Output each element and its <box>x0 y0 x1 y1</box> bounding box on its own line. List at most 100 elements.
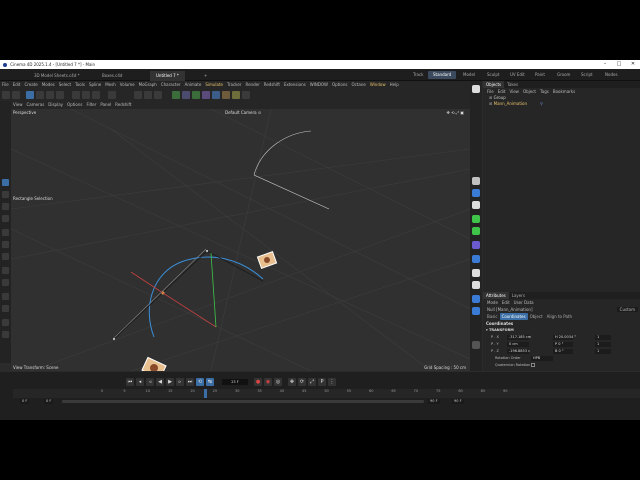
autokey-icon[interactable]: ◉ <box>264 378 272 386</box>
go-to-end-icon[interactable]: ⏭ <box>186 378 194 386</box>
layout-track[interactable]: Track <box>408 71 428 79</box>
layout-standard[interactable]: Standard <box>428 71 457 79</box>
end-frame-field[interactable]: 90 F <box>452 399 464 404</box>
scale-tool-icon[interactable] <box>2 215 9 222</box>
cube-icon[interactable] <box>172 91 180 99</box>
character-cutout-far[interactable] <box>256 250 278 270</box>
vp-menu-cameras[interactable]: Cameras <box>25 101 47 109</box>
transform-header[interactable]: ▾ TRANSFORM <box>483 327 640 334</box>
scale-y-field[interactable]: 1 <box>595 342 611 347</box>
snap-icon[interactable] <box>108 91 116 99</box>
axis-x-lock-icon[interactable] <box>72 91 80 99</box>
menu-options[interactable]: Options <box>330 81 349 89</box>
go-to-start-icon[interactable]: ⏮ <box>126 378 134 386</box>
mograph-icon[interactable] <box>472 227 480 235</box>
tab-layers[interactable]: Layers <box>509 292 528 299</box>
viewport-camera-label[interactable]: Default Camera ⊙ <box>225 110 261 115</box>
redo-icon[interactable] <box>12 91 20 99</box>
obj-menu-edit[interactable]: Edit <box>496 88 508 95</box>
layout-nodes[interactable]: Nodes <box>600 71 623 79</box>
menu-file[interactable]: File <box>0 81 11 89</box>
object-manager-icon[interactable] <box>472 85 480 93</box>
lock-icon[interactable] <box>2 331 9 338</box>
attr-menu-mode[interactable]: Mode <box>485 299 500 306</box>
layout-model[interactable]: Model <box>458 71 480 79</box>
points-mode-icon[interactable] <box>36 91 44 99</box>
doc-tab-boxes[interactable]: Boxes.c4d <box>96 71 128 81</box>
measure-tool-icon[interactable] <box>2 319 9 326</box>
menu-create[interactable]: Create <box>22 81 39 89</box>
maximize-button[interactable]: □ <box>612 60 626 69</box>
generator-icon[interactable] <box>472 215 480 223</box>
loop-icon[interactable]: ⟲ <box>196 378 204 386</box>
preview-end-field[interactable]: 90 F <box>428 399 440 404</box>
brush-tool-icon[interactable] <box>2 267 9 274</box>
menu-edit[interactable]: Edit <box>11 81 23 89</box>
menu-spline[interactable]: Spline <box>87 81 103 89</box>
vp-menu-panel[interactable]: Panel <box>98 101 113 109</box>
polygons-mode-icon[interactable] <box>56 91 64 99</box>
playhead[interactable] <box>203 389 207 398</box>
material-icon[interactable] <box>472 341 480 349</box>
close-button[interactable]: ✕ <box>626 60 640 69</box>
subtab-align-to-path[interactable]: Align to Path <box>545 313 574 320</box>
edges-mode-icon[interactable] <box>46 91 54 99</box>
menu-animate[interactable]: Animate <box>183 81 204 89</box>
menu-window[interactable]: Window <box>368 81 388 89</box>
menu-select[interactable]: Select <box>57 81 73 89</box>
rotation-h-field[interactable]: H 20.0034 ° <box>553 335 576 340</box>
rotation-order-dropdown[interactable]: HPB <box>531 356 553 361</box>
vp-menu-view[interactable]: View <box>11 101 25 109</box>
autokey-range-icon[interactable]: ↹ <box>206 378 214 386</box>
sculpt-tool-icon[interactable] <box>2 305 9 312</box>
scale-x-field[interactable]: 1 <box>595 335 611 340</box>
axis-z-lock-icon[interactable] <box>92 91 100 99</box>
key-scale-icon[interactable]: ⤢ <box>308 378 316 386</box>
render-settings-icon[interactable] <box>154 91 162 99</box>
viewport-navigation-icons[interactable]: ✥ ⟲ ⤢ ▣ <box>447 110 465 115</box>
subdivision-icon[interactable] <box>192 91 200 99</box>
menu-volume[interactable]: Volume <box>118 81 137 89</box>
cloner-icon[interactable] <box>202 91 210 99</box>
camera-icon[interactable] <box>472 269 480 277</box>
floor-icon[interactable] <box>472 295 480 303</box>
next-frame-icon[interactable]: ▹ <box>176 378 184 386</box>
light-icon[interactable] <box>472 281 480 289</box>
attr-menu-user-data[interactable]: User Data <box>512 299 536 306</box>
minimize-button[interactable]: – <box>598 60 612 69</box>
menu-octane[interactable]: Octane <box>349 81 367 89</box>
vp-menu-filter[interactable]: Filter <box>84 101 98 109</box>
sphere-icon[interactable] <box>472 189 480 197</box>
menu-mesh[interactable]: Mesh <box>103 81 118 89</box>
attr-menu-edit[interactable]: Edit <box>500 299 512 306</box>
vp-menu-options[interactable]: Options <box>65 101 84 109</box>
layout-sculpt[interactable]: Sculpt <box>482 71 505 79</box>
record-icon[interactable]: ● <box>254 378 262 386</box>
model-mode-icon[interactable] <box>26 91 34 99</box>
cube-primitive-icon[interactable] <box>472 177 480 185</box>
key-rotation-icon[interactable]: ⟳ <box>298 378 306 386</box>
key-position-icon[interactable]: ✥ <box>288 378 296 386</box>
quaternion-checkbox[interactable] <box>531 363 535 367</box>
timeline-range-bar[interactable] <box>62 400 424 403</box>
play-backwards-icon[interactable]: ◀ <box>156 378 164 386</box>
doc-tab-untitled[interactable]: Untitled 7 * <box>150 71 185 81</box>
paint-tool-icon[interactable] <box>2 293 9 300</box>
obj-menu-view[interactable]: View <box>507 88 521 95</box>
position-z-field[interactable]: -196.8853 c <box>507 349 530 354</box>
vp-menu-redshift[interactable]: Redshift <box>113 101 133 109</box>
key-pla-icon[interactable]: ⋮ <box>328 378 336 386</box>
light-icon[interactable] <box>232 91 240 99</box>
text-icon[interactable] <box>472 201 480 209</box>
previous-key-icon[interactable]: ◂ <box>136 378 144 386</box>
rotate-tool-icon[interactable] <box>2 203 9 210</box>
render-picture-viewer-icon[interactable] <box>144 91 152 99</box>
subtab-basic[interactable]: Basic <box>485 313 500 320</box>
tab-takes[interactable]: Takes <box>504 81 521 88</box>
position-x-field[interactable]: -317.185 cm <box>507 335 531 340</box>
deformer-icon[interactable] <box>472 255 480 263</box>
magnet-tool-icon[interactable] <box>2 279 9 286</box>
select-tool-icon[interactable] <box>2 179 9 186</box>
menu-character[interactable]: Character <box>159 81 183 89</box>
pen-icon[interactable] <box>182 91 190 99</box>
